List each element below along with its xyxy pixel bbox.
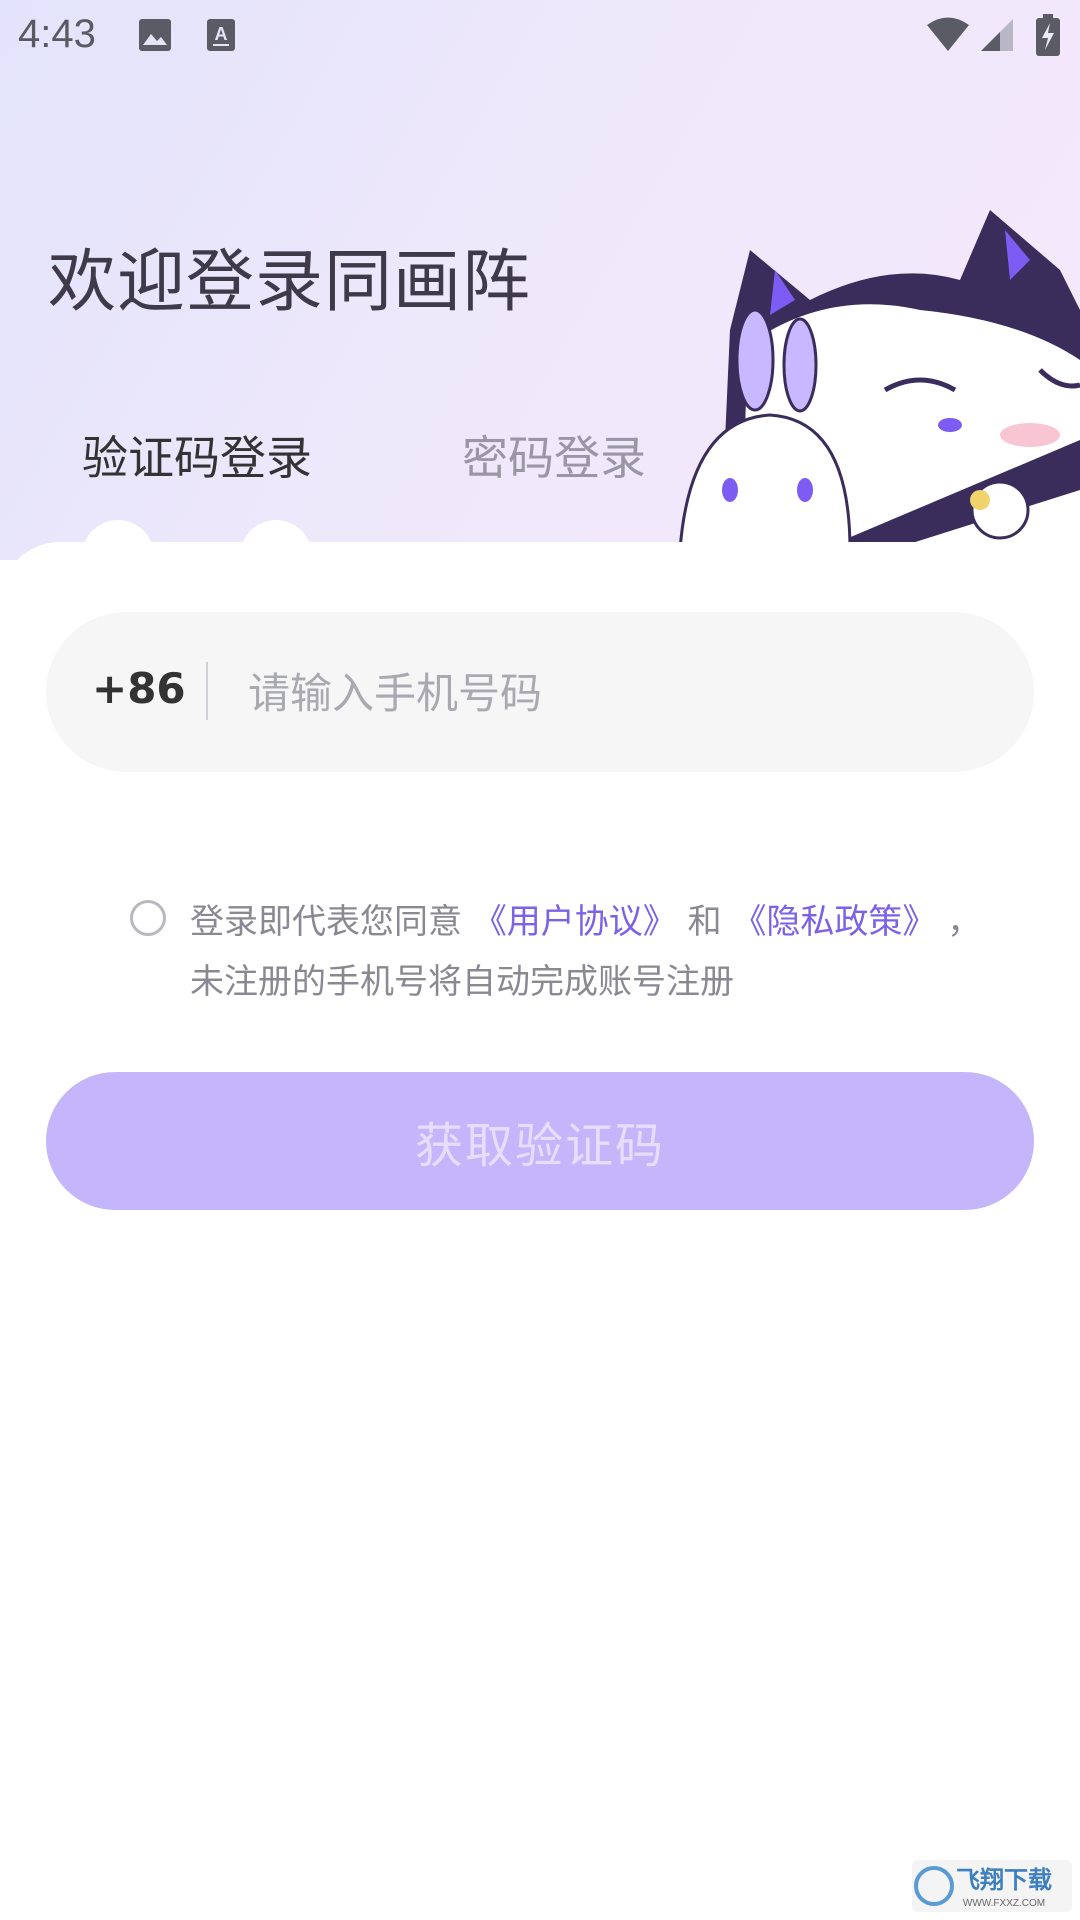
battery-charging-icon xyxy=(1036,14,1060,60)
user-agreement-link[interactable]: 《用户协议》 xyxy=(473,902,677,942)
phone-field: +86 xyxy=(46,612,1034,772)
get-code-button[interactable]: 获取验证码 xyxy=(46,1072,1034,1210)
tab-sms-code-login[interactable]: 验证码登录 xyxy=(82,422,312,488)
agreement-checkbox[interactable] xyxy=(130,900,166,936)
tab-password-login[interactable]: 密码登录 xyxy=(462,422,646,488)
mascot-illustration xyxy=(660,190,1080,552)
page-title: 欢迎登录同画阵 xyxy=(48,243,532,322)
agreement-text: 登录即代表您同意 《用户协议》 和 《隐私政策》 ， 未注册的手机号将自动完成账… xyxy=(190,892,1020,1012)
status-time: 4:43 xyxy=(18,12,96,56)
keyboard-a-icon: A xyxy=(206,18,236,56)
watermark-url: WWW.FXXZ.COM xyxy=(963,1898,1045,1909)
agreement-suffix: 未注册的手机号将自动完成账号注册 xyxy=(190,962,734,1002)
agreement-comma: ， xyxy=(947,902,982,942)
field-divider xyxy=(206,662,208,720)
agreement-prefix: 登录即代表您同意 xyxy=(190,902,462,942)
agreement-and: 和 xyxy=(687,902,722,942)
watermark-logo: 飞翔下载 WWW.FXXZ.COM xyxy=(912,1860,1072,1912)
privacy-policy-link[interactable]: 《隐私政策》 xyxy=(732,902,936,942)
svg-text:A: A xyxy=(215,24,228,44)
wifi-icon xyxy=(926,16,970,56)
country-code[interactable]: +86 xyxy=(92,664,186,713)
phone-input[interactable] xyxy=(246,652,990,734)
watermark-text: 飞翔下载 xyxy=(956,1866,1052,1894)
signal-icon xyxy=(980,18,1014,56)
status-bar: 4:43 A xyxy=(0,0,1080,72)
image-icon xyxy=(138,18,172,56)
